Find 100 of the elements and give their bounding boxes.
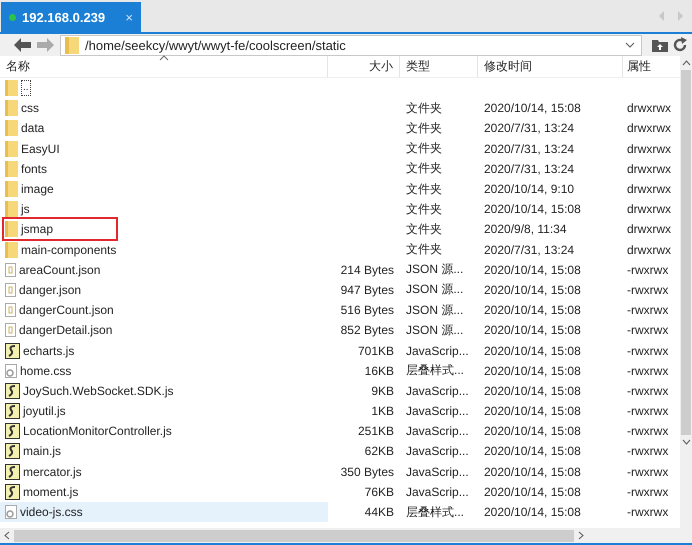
- file-row[interactable]: danger.json 947 Bytes JSON 源... 2020/10/14, 15:08 -rwxrwx: [0, 280, 680, 300]
- file-row[interactable]: fonts 文件夹 2020/7/31, 13:24 drwxrwx: [0, 158, 680, 179]
- file-row[interactable]: mercator.js 350 Bytes JavaScrip... 2020/10/14, 15:08 -rwxrwx: [0, 462, 680, 482]
- file-type: JavaScrip...: [406, 384, 469, 398]
- permissions: -rwxrwx: [627, 505, 668, 520]
- column-header[interactable]: 名称: [0, 56, 328, 77]
- folder-icon: [65, 36, 79, 54]
- file-type: JavaScrip...: [406, 404, 469, 418]
- file-size: 1KB: [371, 404, 394, 418]
- scroll-thumb[interactable]: [681, 70, 691, 435]
- file-name: video-js.css: [20, 504, 84, 522]
- file-name: image: [21, 181, 55, 198]
- parent-folder-label: ..: [21, 80, 31, 96]
- scroll-right-icon[interactable]: [578, 531, 584, 540]
- folder-icon: [5, 140, 18, 157]
- file-type: JavaScrip...: [406, 484, 469, 499]
- file-row[interactable]: JoySuch.WebSocket.SDK.js 9KB JavaScrip... 2020/10/14, 15:08 -rwxrwx: [0, 380, 680, 401]
- file-row[interactable]: echarts.js 701KB JavaScrip... 2020/10/14, 15:08 -rwxrwx: [0, 340, 680, 361]
- file-type: 层叠样式...: [406, 504, 464, 521]
- file-row[interactable]: js 文件夹 2020/10/14, 15:08 drwxrwx: [0, 199, 680, 220]
- back-arrow-icon[interactable]: [14, 38, 32, 52]
- permissions: drwxrwx: [627, 182, 671, 196]
- file-row[interactable]: css 文件夹 2020/10/14, 15:08 drwxrwx: [0, 98, 680, 118]
- scroll-thumb[interactable]: [14, 530, 574, 542]
- file-row[interactable]: joyutil.js 1KB JavaScrip... 2020/10/14, 15:08 -rwxrwx: [0, 401, 680, 422]
- file-name: mercator.js: [23, 464, 83, 481]
- script-file-icon: [5, 464, 20, 480]
- file-row[interactable]: image 文件夹 2020/10/14, 9:10 drwxrwx: [0, 178, 680, 200]
- column-header[interactable]: 修改时间: [478, 56, 623, 77]
- file-type: 文件夹: [406, 120, 442, 137]
- modified-time: 2020/10/14, 15:08: [484, 464, 581, 479]
- script-file-icon: [5, 484, 20, 500]
- permissions: -rwxrwx: [627, 464, 668, 479]
- file-name: data: [21, 120, 46, 138]
- file-type: JSON 源...: [406, 281, 464, 298]
- file-row[interactable]: main-components 文件夹 2020/7/31, 13:24 drwxrwx: [0, 240, 680, 260]
- scroll-up-icon[interactable]: [682, 60, 690, 66]
- permissions: drwxrwx: [627, 222, 671, 236]
- permissions: drwxrwx: [627, 242, 671, 257]
- folder-icon: [5, 120, 18, 136]
- file-name: main.js: [23, 443, 62, 460]
- modified-time: 2020/10/14, 9:10: [484, 182, 574, 196]
- file-row[interactable]: dangerDetail.json 852 Bytes JSON 源... 2020/10/14, 15:08 -rwxrwx: [0, 320, 680, 340]
- file-name: home.css: [20, 362, 72, 380]
- file-type: JavaScrip...: [406, 424, 469, 438]
- script-file-icon: [5, 342, 20, 359]
- folder-icon: [5, 100, 18, 116]
- folder-icon: [5, 80, 18, 96]
- file-row[interactable]: dangerCount.json 516 Bytes JSON 源... 2020/10/14, 15:08 -rwxrwx: [0, 300, 680, 320]
- file-row[interactable]: LocationMonitorController.js 251KB JavaScrip... 2020/10/14, 15:08 -rwxrwx: [0, 421, 680, 442]
- file-row[interactable]: areaCount.json 214 Bytes JSON 源... 2020/10/14, 15:08 -rwxrwx: [0, 260, 680, 280]
- script-file-icon: [5, 382, 20, 399]
- modified-time: 2020/10/14, 15:08: [484, 344, 581, 358]
- file-size: 76KB: [364, 484, 394, 499]
- modified-time: 2020/10/14, 15:08: [484, 364, 581, 378]
- file-row[interactable]: moment.js 76KB JavaScrip... 2020/10/14, 15:08 -rwxrwx: [0, 482, 680, 502]
- permissions: -rwxrwx: [627, 364, 668, 378]
- file-icon: [5, 323, 16, 338]
- scroll-left-icon[interactable]: [4, 531, 10, 540]
- tab-title: 192.168.0.239: [22, 10, 106, 24]
- permissions: -rwxrwx: [627, 344, 668, 358]
- modified-time: 2020/10/14, 15:08: [484, 424, 581, 438]
- file-type: 文件夹: [406, 140, 442, 158]
- modified-time: 2020/9/8, 11:34: [484, 222, 567, 236]
- file-name: css: [21, 100, 40, 118]
- permissions: -rwxrwx: [627, 404, 668, 418]
- modified-time: 2020/7/31, 13:24: [484, 142, 574, 156]
- modified-time: 2020/10/14, 15:08: [484, 282, 581, 297]
- file-row[interactable]: video-js.css 44KB 层叠样式... 2020/10/14, 15:08 -rwxrwx: [0, 502, 680, 522]
- file-row[interactable]: EasyUI 文件夹 2020/7/31, 13:24 drwxrwx: [0, 138, 680, 159]
- file-row[interactable]: main.js 62KB JavaScrip... 2020/10/14, 15:08 -rwxrwx: [0, 441, 680, 462]
- column-header[interactable]: 大小: [328, 56, 400, 77]
- column-header[interactable]: 属性: [623, 56, 680, 77]
- file-type: JavaScrip...: [406, 444, 469, 458]
- file-row[interactable]: jsmap 文件夹 2020/9/8, 11:34 drwxrwx: [0, 219, 680, 240]
- address-field[interactable]: /home/seekcy/wwyt/wwyt-fe/coolscreen/static: [60, 34, 642, 56]
- column-header[interactable]: 类型: [400, 56, 478, 77]
- modified-time: 2020/7/31, 13:24: [484, 121, 574, 136]
- file-type: JavaScrip...: [406, 344, 469, 358]
- permissions: drwxrwx: [627, 121, 671, 136]
- file-row[interactable]: ..: [0, 78, 680, 98]
- file-row[interactable]: data 文件夹 2020/7/31, 13:24 drwxrwx: [0, 118, 680, 139]
- file-type: JSON 源...: [406, 302, 464, 319]
- folder-icon: [5, 221, 18, 238]
- refresh-icon[interactable]: [672, 37, 688, 53]
- dropdown-caret-icon[interactable]: [625, 42, 635, 48]
- file-name: js: [21, 201, 31, 218]
- file-row[interactable]: home.css 16KB 层叠样式... 2020/10/14, 15:08 -rwxrwx: [0, 360, 680, 381]
- file-size: 516 Bytes: [340, 303, 394, 318]
- file-name: LocationMonitorController.js: [23, 423, 173, 440]
- file-type: JSON 源...: [406, 261, 464, 278]
- file-size: 16KB: [364, 364, 394, 378]
- script-file-icon: [5, 403, 20, 420]
- folder-up-icon[interactable]: [652, 38, 668, 52]
- modified-time: 2020/7/31, 13:24: [484, 242, 574, 257]
- script-file-icon: [5, 443, 20, 460]
- file-name: jsmap: [21, 221, 54, 238]
- session-tab[interactable]: 192.168.0.239 ×: [1, 2, 141, 32]
- scroll-down-icon[interactable]: [682, 439, 690, 445]
- file-name: dangerDetail.json: [19, 322, 114, 340]
